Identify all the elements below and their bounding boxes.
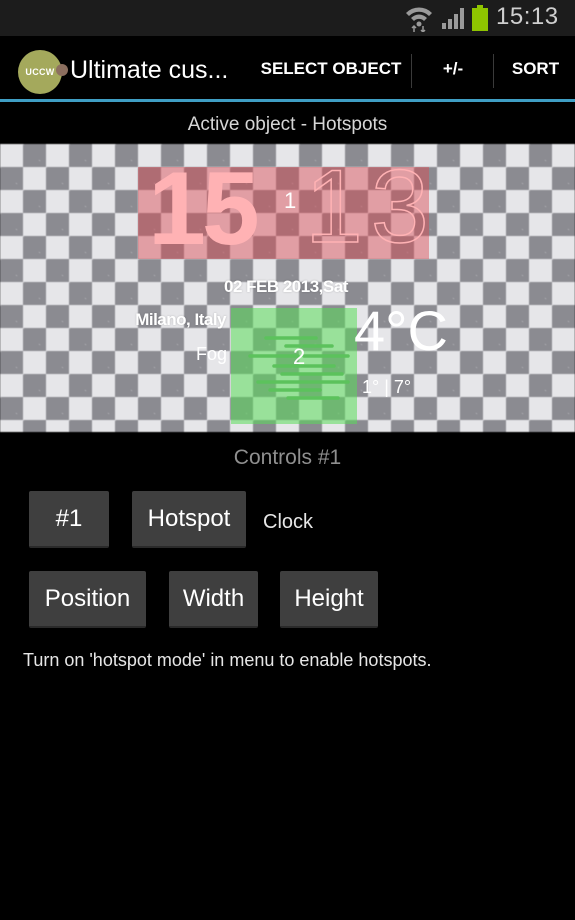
hotspot-mode-hint: Turn on 'hotspot mode' in menu to enable…: [23, 650, 432, 670]
app-title: Ultimate cus...: [70, 56, 229, 84]
weather-condition: Fog: [195, 344, 227, 364]
app-icon-text: UCCW: [25, 67, 55, 77]
status-time: 15:13: [496, 3, 559, 30]
widget-preview[interactable]: 15 13 1 02 FEB 2013,Sat Milano, Italy Fo…: [0, 144, 575, 432]
active-object-header: Active object - Hotspots: [187, 114, 388, 135]
select-object-button[interactable]: SELECT OBJECT: [258, 36, 404, 102]
hotspot-2-label: 2: [293, 344, 306, 369]
hotspot-target-label: Clock: [263, 511, 314, 533]
controls-title: Controls #1: [233, 446, 342, 469]
status-bar: 15:13: [0, 0, 575, 36]
clock-hours: 15: [148, 151, 260, 267]
hi-lo-temperature: 1° | 7°: [362, 377, 412, 397]
sort-button[interactable]: SORT: [496, 36, 575, 102]
wifi-icon: [406, 7, 432, 32]
battery-icon: [472, 5, 488, 31]
width-button[interactable]: Width: [169, 571, 258, 628]
location-text: Milano, Italy: [135, 310, 226, 329]
app-icon[interactable]: UCCW: [18, 50, 68, 94]
plus-minus-button[interactable]: +/-: [414, 36, 492, 102]
signal-icon: [442, 8, 464, 29]
height-button[interactable]: Height: [280, 571, 378, 628]
position-button[interactable]: Position: [29, 571, 146, 628]
action-separator: [493, 54, 494, 88]
app-icon-dot: [56, 64, 68, 76]
action-bar: UCCW Ultimate cus... SELECT OBJECT +/- S…: [0, 36, 575, 102]
hotspot-1-label: 1: [284, 188, 297, 213]
clock-minutes: 13: [304, 149, 437, 265]
date-text: 02 FEB 2013,Sat: [224, 277, 348, 296]
hotspot-type-button[interactable]: Hotspot: [132, 491, 246, 548]
action-separator: [411, 54, 412, 88]
hotspot-index-button[interactable]: #1: [29, 491, 109, 548]
temperature: 4°C: [354, 299, 448, 362]
